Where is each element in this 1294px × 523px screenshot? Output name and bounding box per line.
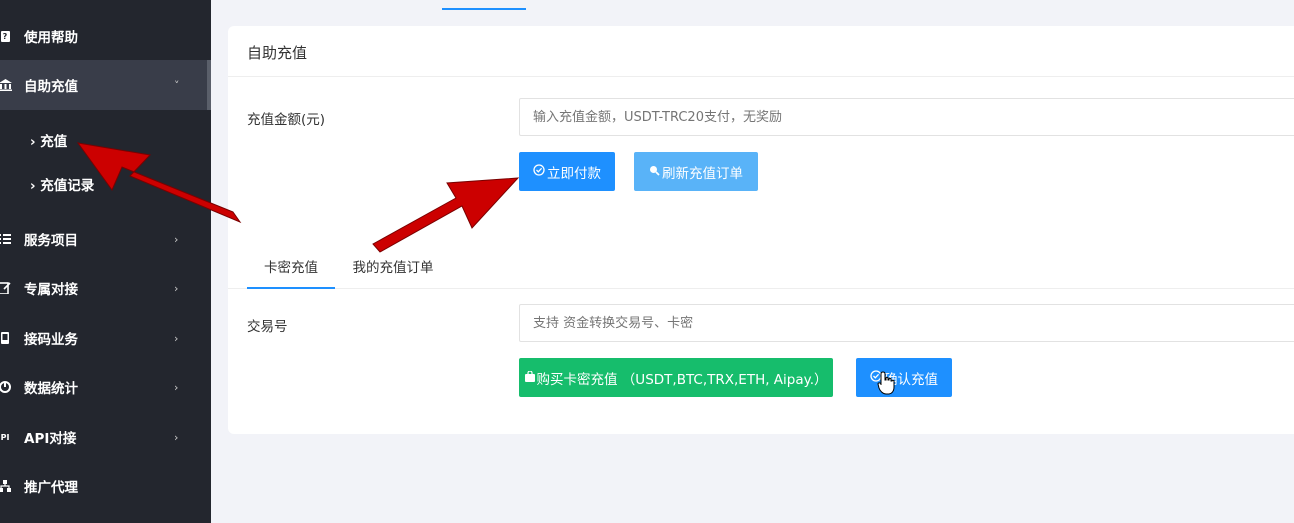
list-icon	[0, 232, 12, 246]
recharge-tabs: 卡密充值 我的充值订单	[228, 254, 1294, 289]
chevron-right-icon: ›	[174, 232, 179, 246]
refresh-orders-label: 刷新充值订单	[662, 165, 743, 182]
amount-input[interactable]	[519, 98, 1294, 136]
check-circle-icon	[533, 164, 545, 179]
sidebar-item-sms-code[interactable]: 接码业务 ›	[0, 313, 211, 363]
amount-label: 充值金额(元)	[247, 112, 326, 128]
sidebar-item-label: API对接	[24, 431, 77, 447]
sidebar-item-statistics[interactable]: 数据统计 ›	[0, 362, 211, 412]
sidebar-item-label: 自助充值	[24, 79, 78, 95]
chevron-right-icon: ›	[174, 380, 179, 394]
edit-icon	[0, 281, 12, 295]
pay-now-label: 立即付款	[547, 165, 601, 182]
question-icon: ?	[0, 29, 12, 43]
buy-card-button[interactable]: 购买卡密充值 （USDT,BTC,TRX,ETH, Aipay.）	[519, 358, 833, 397]
sidebar-item-help[interactable]: ? 使用帮助	[0, 11, 211, 61]
sidebar-item-recharge[interactable]: 自助充值 ˅	[0, 60, 211, 110]
chevron-right-icon: ›	[174, 331, 179, 345]
refresh-orders-button[interactable]: 刷新充值订单	[634, 152, 758, 191]
sidebar-subitem-label: › 充值记录	[30, 178, 95, 194]
sidebar-subitem-label: › 充值	[30, 134, 68, 150]
tab-card-recharge[interactable]: 卡密充值	[247, 254, 335, 289]
sidebar-item-label: 使用帮助	[24, 30, 78, 46]
sidebar-item-label: 接码业务	[24, 332, 78, 348]
sidebar-item-label: 推广代理	[24, 480, 78, 496]
chart-icon	[0, 380, 12, 394]
active-top-tab-indicator	[442, 8, 526, 10]
card-title: 自助充值	[247, 44, 308, 62]
pay-now-button[interactable]: 立即付款	[519, 152, 615, 191]
phone-icon	[0, 331, 12, 345]
sitemap-icon	[0, 479, 12, 493]
sidebar-subitem-recharge-records[interactable]: › 充值记录	[0, 164, 211, 204]
sidebar-item-api[interactable]: PI API对接 ›	[0, 412, 211, 462]
buy-card-label: 购买卡密充值 （USDT,BTC,TRX,ETH, Aipay.）	[536, 371, 828, 388]
sidebar-item-label: 专属对接	[24, 282, 78, 298]
chevron-right-icon: ›	[174, 281, 179, 295]
sidebar: ? 使用帮助 自助充值 ˅ › 充值 › 充值记录 服务项目 › 专属对接 › …	[0, 0, 211, 523]
sidebar-item-promotion[interactable]: 推广代理	[0, 461, 211, 511]
txid-input[interactable]	[519, 304, 1294, 342]
scroll-indicator	[207, 60, 211, 110]
search-icon	[649, 165, 660, 179]
txid-label: 交易号	[247, 319, 288, 335]
check-circle-icon	[870, 370, 882, 385]
sidebar-item-services[interactable]: 服务项目 ›	[0, 214, 211, 264]
shopping-bag-icon	[524, 369, 535, 385]
sidebar-item-label: 服务项目	[24, 233, 78, 249]
chevron-right-icon: ›	[174, 430, 179, 444]
sidebar-item-label: 数据统计	[24, 381, 78, 397]
bank-icon	[0, 78, 12, 92]
tab-my-orders[interactable]: 我的充值订单	[345, 254, 441, 289]
sidebar-subitem-recharge[interactable]: › 充值	[0, 120, 211, 160]
api-icon: PI	[0, 432, 10, 442]
card-header: 自助充值	[228, 26, 1294, 77]
recharge-card: 自助充值 充值金额(元) 立即付款 刷新充值订单 卡密充值 我的充值订单 交易号…	[228, 26, 1294, 434]
confirm-recharge-button[interactable]: 确认充值	[856, 358, 952, 397]
top-tab-strip	[211, 0, 1294, 10]
confirm-recharge-label: 确认充值	[884, 371, 938, 388]
sidebar-item-dedicated[interactable]: 专属对接 ›	[0, 263, 211, 313]
chevron-down-icon: ˅	[174, 78, 180, 92]
